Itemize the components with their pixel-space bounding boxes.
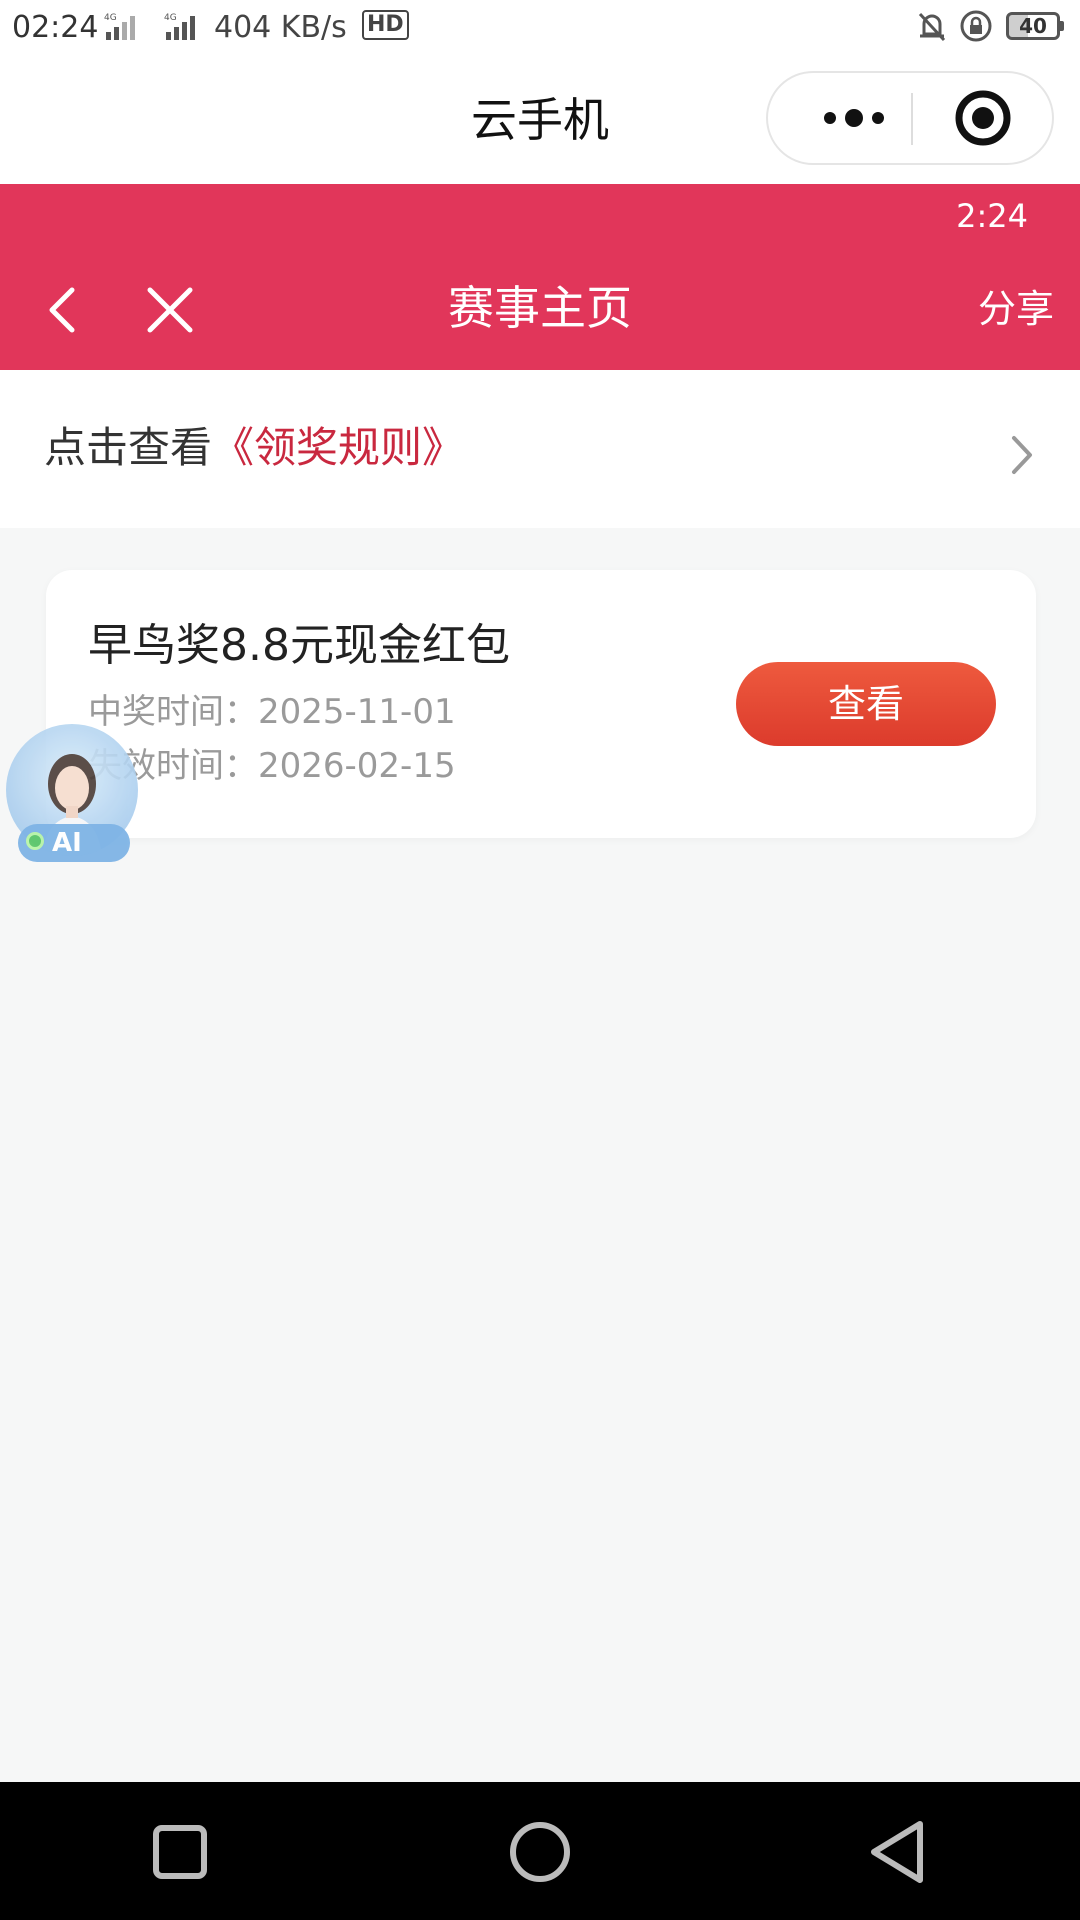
expire-time: 失效时间：2026-02-15 bbox=[88, 746, 456, 786]
event-header: 2:24 赛事主页 分享 bbox=[0, 184, 1080, 370]
capsule-menu bbox=[766, 71, 1054, 165]
back-triangle-icon[interactable] bbox=[858, 1812, 938, 1892]
chevron-right-icon bbox=[1012, 436, 1032, 474]
ai-assistant-float[interactable]: AI bbox=[6, 724, 138, 864]
network-speed: 404 KB/s bbox=[214, 10, 347, 45]
signal-4g-icon: 4G bbox=[164, 13, 195, 40]
rules-prefix: 点击查看 bbox=[44, 423, 213, 472]
hd-icon: HD bbox=[362, 10, 409, 40]
online-dot-icon bbox=[26, 832, 44, 850]
close-target-icon[interactable] bbox=[928, 73, 1038, 163]
home-circle-icon[interactable] bbox=[500, 1812, 580, 1892]
rules-text: 点击查看《领奖规则》 bbox=[44, 420, 464, 476]
system-nav-bar bbox=[0, 1782, 1080, 1920]
view-button[interactable]: 查看 bbox=[736, 662, 996, 746]
share-button[interactable]: 分享 bbox=[978, 284, 1054, 334]
rules-link[interactable]: 《领奖规则》 bbox=[212, 423, 464, 472]
capsule-divider bbox=[911, 93, 913, 145]
mini-program-header: 云手机 bbox=[0, 56, 1080, 184]
more-dots-icon[interactable] bbox=[808, 73, 908, 163]
page-title: 赛事主页 bbox=[448, 281, 632, 335]
svg-text:4G: 4G bbox=[164, 13, 177, 23]
prize-title: 早鸟奖8.8元现金红包 bbox=[88, 620, 510, 671]
rotation-lock-icon bbox=[960, 10, 992, 42]
status-bar: 02:24 4G 4G 404 KB/s HD 40 bbox=[0, 0, 1080, 56]
signal-4g-icon: 4G bbox=[104, 13, 135, 40]
ai-label: AI bbox=[52, 828, 82, 858]
header-time: 2:24 bbox=[956, 197, 1028, 235]
rules-row[interactable]: 点击查看《领奖规则》 bbox=[0, 370, 1080, 528]
win-time: 中奖时间：2025-11-01 bbox=[88, 692, 456, 732]
status-time: 02:24 bbox=[12, 10, 99, 45]
battery-icon: 40 bbox=[1006, 12, 1064, 40]
prize-card: 早鸟奖8.8元现金红包 中奖时间：2025-11-01 失效时间：2026-02… bbox=[46, 570, 1036, 838]
mute-bell-icon bbox=[918, 12, 946, 42]
svg-text:4G: 4G bbox=[104, 13, 117, 23]
recents-square-icon[interactable] bbox=[140, 1812, 220, 1892]
ai-badge: AI bbox=[18, 824, 130, 862]
